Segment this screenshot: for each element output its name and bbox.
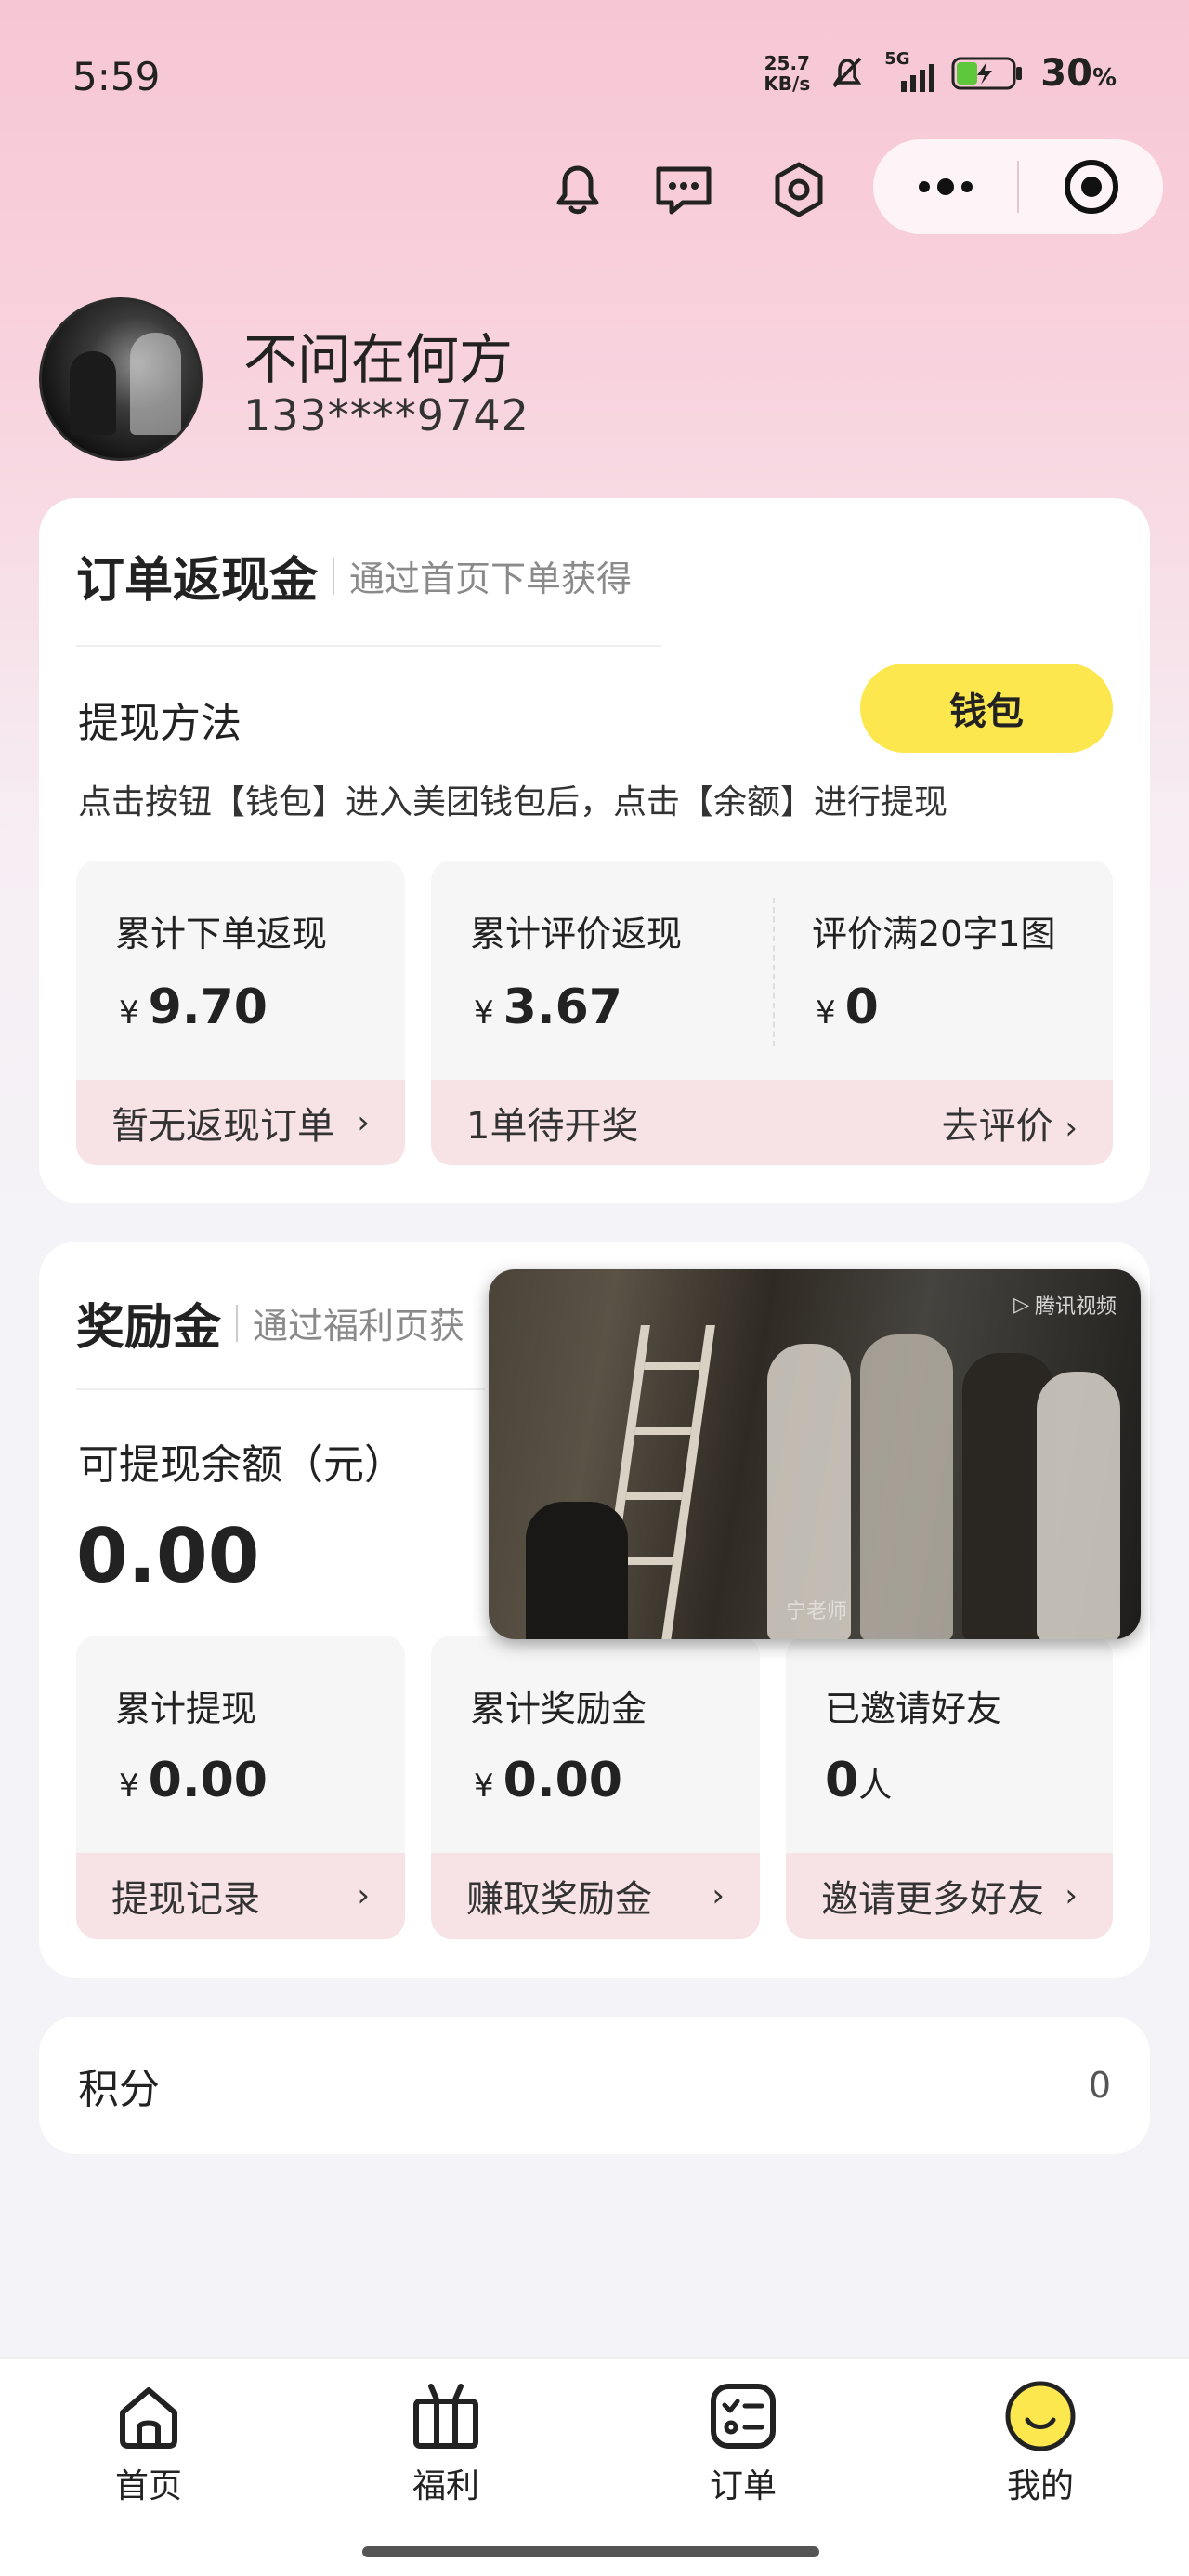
smiley-icon [1005, 2381, 1076, 2451]
pending-lottery-text: 1单待开奖 [466, 1105, 639, 1148]
stat-label: 累计提现 [115, 1689, 257, 1729]
stat-value: ¥0.00 [474, 1753, 622, 1808]
total-rewards-stat: 累计奖励金 ¥0.00 赚取奖励金 › [431, 1636, 760, 1939]
withdraw-records-link[interactable]: 提现记录 › [76, 1853, 405, 1939]
net-speed: 25.7 KB/s [764, 53, 810, 94]
avatar-figure [130, 333, 181, 435]
rewards-subtitle: 通过福利页获 [253, 1306, 465, 1347]
net-speed-value: 25.7 [764, 52, 810, 74]
wallet-button[interactable]: 钱包 [860, 664, 1113, 753]
dashed-divider [773, 898, 775, 1046]
withdraw-instructions: 点击按钮【钱包】进入美团钱包后，点击【余额】进行提现 [78, 783, 948, 821]
stat-value: ¥3.67 [474, 979, 622, 1035]
divider [76, 645, 661, 647]
footer-label: 暂无返现订单 [111, 1105, 334, 1148]
user-nickname: 不问在何方 [243, 328, 514, 391]
chat-bubble-icon [656, 166, 712, 215]
stat-label: 已邀请好友 [825, 1689, 1002, 1729]
settings-button[interactable] [764, 154, 834, 225]
no-cashback-orders-link[interactable]: 暂无返现订单 › [76, 1080, 405, 1165]
chevron-right-icon: › [712, 1877, 725, 1914]
stat-label: 累计评价返现 [470, 913, 683, 954]
order-list-icon [711, 2384, 776, 2449]
order-cashback-subtitle: 通过首页下单获得 [349, 559, 633, 599]
go-review-link[interactable]: 去评价 › [942, 1096, 1078, 1150]
nav-label: 我的 [1006, 2467, 1074, 2505]
battery-percent: 30% [1040, 52, 1117, 95]
user-phone: 133****9742 [243, 390, 529, 440]
withdrawable-balance-label: 可提现余额（元） [78, 1441, 405, 1489]
nav-welfare[interactable]: 福利 [372, 2379, 520, 2507]
stat-label: 累计下单返现 [115, 913, 328, 954]
battery-charging-icon [951, 57, 1023, 90]
review-footer: 1单待开奖 去评价 › [431, 1080, 1113, 1165]
stat-label: 评价满20字1图 [812, 913, 1056, 954]
gift-icon [413, 2384, 478, 2449]
chevron-right-icon: › [1065, 1110, 1078, 1147]
stat-value: ¥0.00 [119, 1753, 268, 1808]
gear-icon [775, 162, 823, 217]
more-dots-icon [918, 178, 973, 195]
tencent-video-logo: ▷ 腾讯视频 [1013, 1293, 1117, 1320]
order-cashback-title: 订单返现金 [76, 553, 319, 609]
chevron-right-icon: › [357, 1104, 370, 1141]
rewards-header: 奖励金 通过福利页获 [76, 1288, 464, 1358]
video-scene-figure [1037, 1372, 1120, 1639]
withdrawable-balance-value: 0.00 [76, 1513, 260, 1599]
withdraw-method-heading: 提现方法 [78, 700, 242, 747]
mini-program-capsule [873, 139, 1163, 234]
avatar[interactable] [39, 297, 203, 461]
video-scene-figure [860, 1334, 953, 1639]
nav-label: 订单 [709, 2467, 777, 2505]
more-menu-button[interactable] [873, 139, 1017, 234]
home-icon [120, 2387, 177, 2449]
stat-value: ¥9.70 [119, 979, 268, 1035]
bell-muted-icon [832, 57, 862, 88]
nav-orders[interactable]: 订单 [669, 2379, 817, 2507]
video-scene-figure [526, 1502, 628, 1639]
stat-value: 0人 [825, 1753, 893, 1808]
order-cashback-header: 订单返现金 通过首页下单获得 [76, 541, 632, 611]
footer-label: 提现记录 [111, 1878, 260, 1921]
review-cashback-stat: 累计评价返现 ¥3.67 评价满20字1图 ¥0 1单待开奖 去评价 › [431, 861, 1113, 1165]
nav-home[interactable]: 首页 [74, 2379, 223, 2507]
status-time: 5:59 [72, 54, 161, 99]
earn-rewards-link[interactable]: 赚取奖励金 › [431, 1853, 760, 1939]
nav-label: 福利 [412, 2467, 479, 2505]
signal-icon: 5G [884, 49, 935, 92]
floating-video-player[interactable]: ▷ 腾讯视频 宁老师 [489, 1269, 1141, 1639]
avatar-figure [70, 351, 116, 435]
order-cashback-stat: 累计下单返现 ¥9.70 暂无返现订单 › [76, 861, 405, 1165]
stat-label: 累计奖励金 [470, 1689, 647, 1729]
title-separator [236, 1304, 239, 1342]
net-speed-unit: KB/s [764, 72, 811, 95]
close-mini-program-button[interactable] [1019, 139, 1163, 234]
total-withdrawn-stat: 累计提现 ¥0.00 提现记录 › [76, 1636, 405, 1939]
divider [76, 1388, 485, 1390]
go-review-label: 去评价 [941, 1105, 1053, 1148]
network-type: 5G [884, 49, 910, 69]
rewards-title: 奖励金 [76, 1300, 222, 1356]
chevron-right-icon: › [1065, 1877, 1078, 1914]
title-separator [333, 557, 335, 595]
notification-bell-button[interactable] [542, 154, 613, 225]
status-icons: 25.7 KB/s 5G 30% [764, 49, 1117, 95]
nav-mine[interactable]: 我的 [966, 2379, 1115, 2507]
bell-icon [556, 165, 599, 215]
nav-label: 首页 [114, 2467, 182, 2505]
stat-value: ¥0 [816, 979, 879, 1035]
footer-label: 邀请更多好友 [821, 1878, 1044, 1921]
play-icon: ▷ [1013, 1293, 1029, 1317]
messages-button[interactable] [648, 154, 719, 225]
video-watermark: 宁老师 [786, 1600, 848, 1623]
home-indicator[interactable] [362, 2546, 819, 2557]
points-label: 积分 [78, 2066, 160, 2113]
footer-label: 赚取奖励金 [466, 1878, 652, 1921]
points-value: 0 [1088, 2065, 1111, 2106]
points-row[interactable]: 积分 0 [39, 2017, 1150, 2154]
chevron-right-icon: › [357, 1877, 370, 1914]
target-close-icon [1064, 160, 1118, 214]
invite-more-friends-link[interactable]: 邀请更多好友 › [786, 1853, 1113, 1939]
invited-friends-stat: 已邀请好友 0人 邀请更多好友 › [786, 1636, 1113, 1939]
